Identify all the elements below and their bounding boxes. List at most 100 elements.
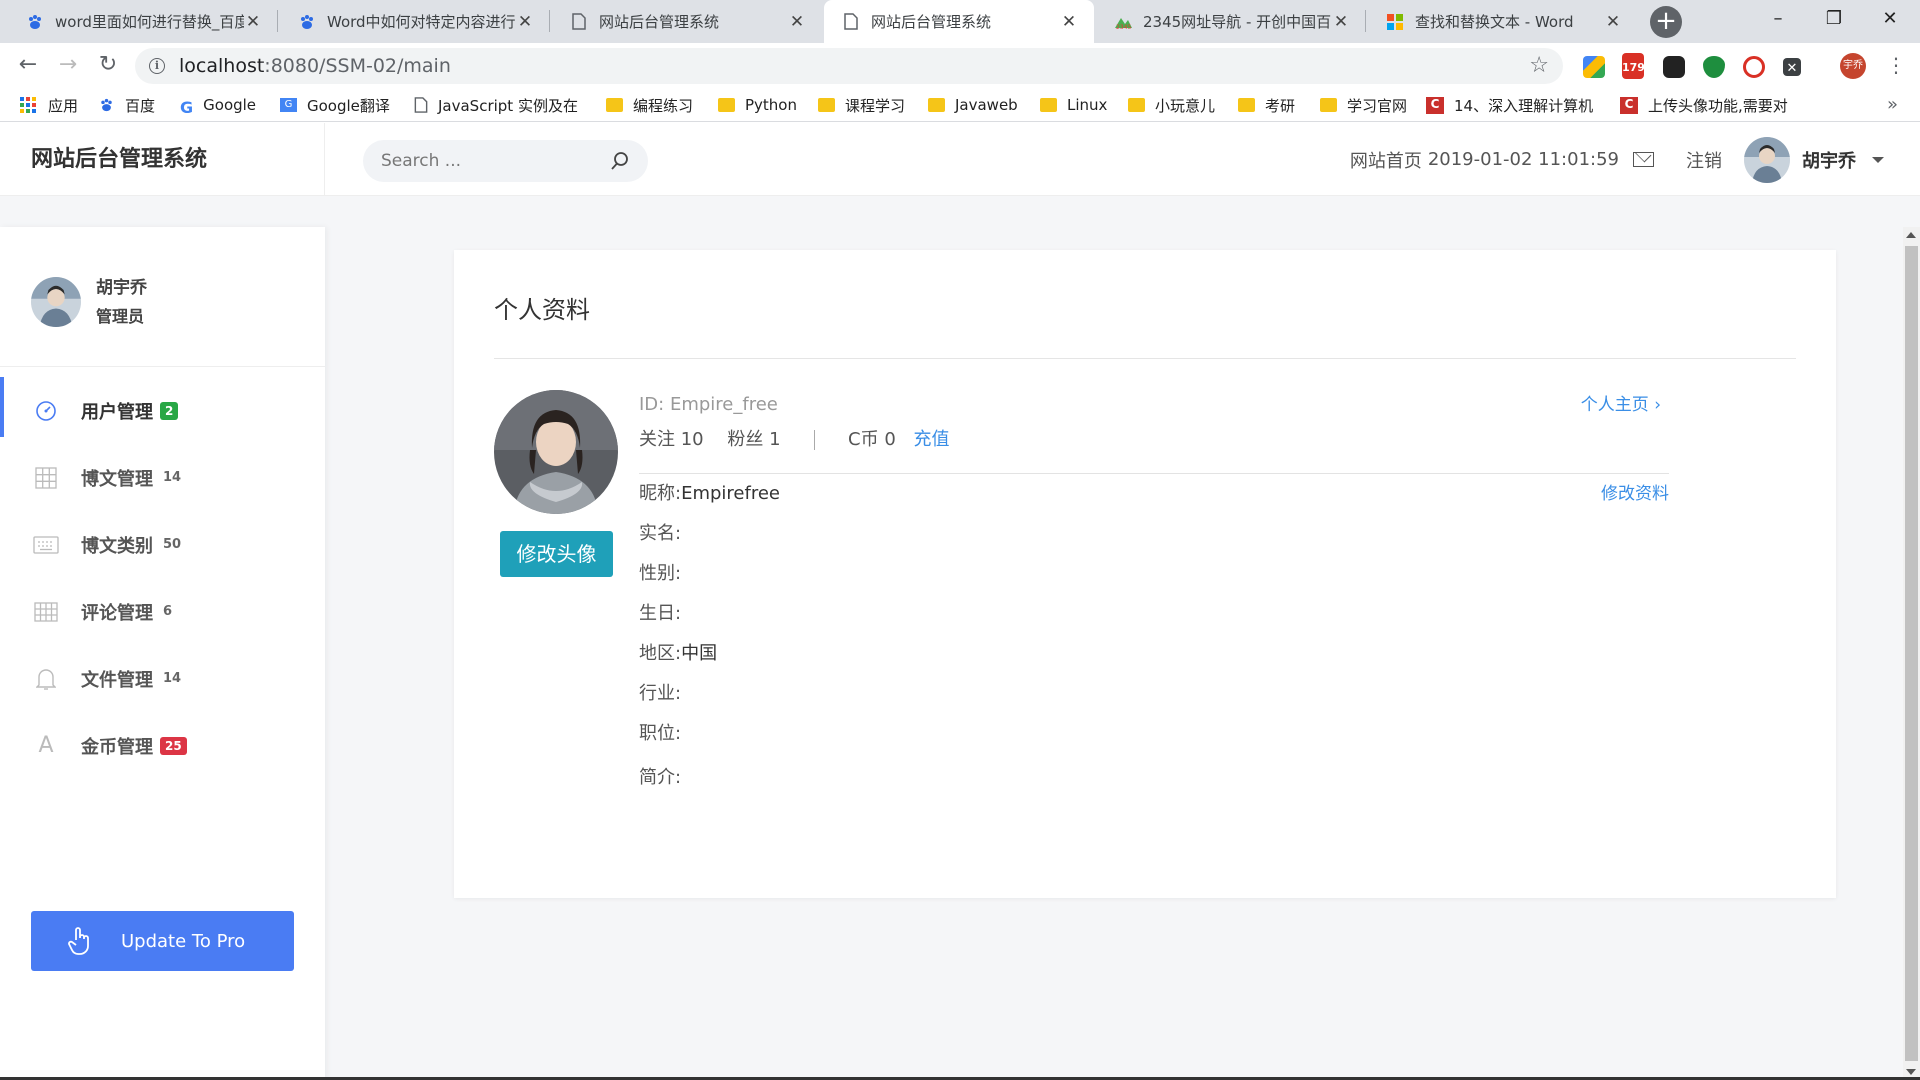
minimize-icon[interactable]: –	[1750, 0, 1806, 40]
sidebar: 胡宇乔 管理员 用户管理 2 博文管理 14 博文类别 50 评论管理 6 文件…	[0, 227, 325, 1080]
restore-icon[interactable]: ❐	[1806, 0, 1862, 40]
browser-tab-4-active[interactable]: 网站后台管理系统 ✕	[824, 0, 1094, 43]
bookmark-csdn[interactable]: C 上传头像功能,需要对	[1620, 88, 1788, 122]
bookmark-baidu[interactable]: 百度	[98, 88, 155, 122]
close-icon[interactable]: ✕	[1332, 12, 1350, 32]
logout-link[interactable]: 注销	[1686, 147, 1722, 173]
scroll-up-icon[interactable]	[1906, 232, 1916, 238]
bell-icon	[33, 666, 59, 692]
mail-extension-icon[interactable]: 179	[1622, 53, 1645, 79]
search-input[interactable]	[381, 151, 610, 171]
sidebar-item-comment-management[interactable]: 评论管理 6	[0, 578, 325, 645]
sidebar-item-file-management[interactable]: 文件管理 14	[0, 645, 325, 712]
bookmark-folder[interactable]: 学习官网	[1320, 88, 1407, 122]
apps-icon	[20, 97, 36, 113]
window-close-icon[interactable]: ✕	[1862, 0, 1918, 40]
coin-count: 0	[884, 429, 896, 450]
personal-homepage-link[interactable]: 个人主页 ›	[1581, 390, 1661, 420]
extension-icon[interactable]	[1583, 56, 1605, 78]
scroll-down-icon[interactable]	[1906, 1069, 1916, 1075]
item-count: 50	[163, 537, 182, 552]
table-icon	[33, 599, 59, 625]
csdn-icon: C	[1620, 96, 1638, 114]
address-bar[interactable]: i localhost:8080/SSM-02/main ☆	[135, 48, 1563, 84]
close-icon[interactable]: ✕	[788, 12, 806, 32]
site-home-link[interactable]: 网站首页	[1350, 147, 1422, 173]
site-brand[interactable]: 网站后台管理系统	[0, 123, 325, 196]
extension-badge: 179	[1622, 61, 1645, 74]
menu-dots-icon[interactable]: ⋮	[1880, 49, 1912, 81]
close-icon[interactable]: ✕	[244, 12, 262, 32]
change-avatar-button[interactable]: 修改头像	[500, 531, 613, 577]
chevron-more-icon[interactable]: »	[1887, 94, 1898, 115]
x-extension-icon[interactable]: ✕	[1783, 58, 1801, 76]
browser-tab-2[interactable]: Word中如何对特定内容进行 ✕	[280, 0, 550, 43]
page-scrollbar[interactable]	[1903, 227, 1920, 1080]
new-tab-button[interactable]: +	[1650, 6, 1682, 38]
close-icon[interactable]: ✕	[1060, 12, 1078, 32]
block-extension-icon[interactable]	[1743, 56, 1765, 78]
avatar[interactable]	[1744, 136, 1790, 183]
browser-tab-5[interactable]: 2345 2345网址导航 - 开创中国百 ✕	[1096, 0, 1366, 43]
microsoft-icon	[1386, 13, 1404, 31]
profile-avatar-icon[interactable]: 宇乔	[1840, 53, 1866, 79]
follow-count[interactable]: 10	[681, 429, 704, 450]
reload-icon[interactable]: ↻	[92, 49, 124, 81]
sidebar-item-user-management[interactable]: 用户管理 2	[0, 377, 325, 444]
field-gender: 性别:	[639, 563, 682, 584]
svg-text:2345: 2345	[1116, 24, 1131, 30]
update-to-pro-label: Update To Pro	[121, 930, 246, 952]
browser-tab-1[interactable]: word里面如何进行替换_百度 ✕	[8, 0, 278, 43]
sidebar-item-post-category[interactable]: 博文类别 50	[0, 511, 325, 578]
field-industry: 行业:	[639, 683, 682, 704]
field-nickname: 昵称:Empirefree 修改资料	[639, 474, 1669, 514]
follow-label[interactable]: 关注	[639, 429, 675, 450]
mail-icon[interactable]	[1633, 152, 1654, 167]
close-icon[interactable]: ✕	[1604, 12, 1622, 32]
header-username[interactable]: 胡宇乔	[1802, 147, 1856, 173]
browser-tab-strip: word里面如何进行替换_百度 ✕ Word中如何对特定内容进行 ✕ 网站后台管…	[0, 0, 1920, 43]
bookmark-folder[interactable]: Python	[718, 88, 797, 122]
divider	[494, 358, 1796, 359]
forward-arrow-icon[interactable]: →	[52, 49, 84, 81]
bookmark-folder[interactable]: Linux	[1040, 88, 1107, 122]
page-icon	[570, 13, 588, 31]
bookmark-star-icon[interactable]: ☆	[1529, 53, 1549, 78]
shield-extension-icon[interactable]	[1703, 56, 1725, 78]
extension-icon[interactable]	[1663, 56, 1685, 78]
bookmark-javascript[interactable]: JavaScript 实例及在	[414, 88, 578, 122]
bookmark-folder[interactable]: 课程学习	[818, 88, 905, 122]
user-id: ID: Empire_free	[639, 390, 1669, 420]
scroll-thumb[interactable]	[1905, 246, 1918, 1061]
bookmark-csdn[interactable]: C 14、深入理解计算机	[1426, 88, 1593, 122]
folder-icon	[1238, 98, 1255, 112]
edit-profile-link[interactable]: 修改资料	[1601, 474, 1669, 514]
back-arrow-icon[interactable]: ←	[12, 49, 44, 81]
fans-label[interactable]: 粉丝	[727, 429, 763, 450]
coin-label: C币	[848, 429, 879, 450]
recharge-link[interactable]: 充值	[914, 429, 950, 450]
sidebar-profile: 胡宇乔 管理员	[0, 227, 325, 367]
fans-count[interactable]: 1	[769, 429, 780, 450]
bookmark-folder[interactable]: Javaweb	[928, 88, 1018, 122]
sidebar-item-coin-management[interactable]: A 金币管理 25	[0, 712, 325, 779]
info-icon[interactable]: i	[149, 58, 165, 74]
browser-tab-3[interactable]: 网站后台管理系统 ✕	[552, 0, 822, 43]
bookmark-folder[interactable]: 编程练习	[606, 88, 693, 122]
close-icon[interactable]: ✕	[516, 12, 534, 32]
chevron-down-icon[interactable]	[1872, 156, 1884, 163]
bookmark-folder[interactable]: 小玩意儿	[1128, 88, 1215, 122]
avatar[interactable]	[31, 276, 81, 327]
bookmark-apps[interactable]: 应用	[20, 88, 78, 122]
search-icon[interactable]	[610, 151, 630, 171]
baidu-paw-icon	[101, 98, 112, 112]
bookmark-google[interactable]: G Google	[180, 88, 256, 122]
folder-icon	[1040, 98, 1057, 112]
bookmark-folder[interactable]: 考研	[1238, 88, 1295, 122]
sidebar-item-label: 金币管理	[81, 736, 153, 758]
update-to-pro-button[interactable]: Update To Pro	[31, 911, 294, 971]
header-right: 网站首页 2019-01-02 11:01:59 注销 胡宇乔	[1350, 123, 1884, 196]
sidebar-item-post-management[interactable]: 博文管理 14	[0, 444, 325, 511]
bookmark-google-translate[interactable]: G Google翻译	[280, 88, 390, 122]
browser-tab-6[interactable]: 查找和替换文本 - Word ✕	[1368, 0, 1638, 43]
